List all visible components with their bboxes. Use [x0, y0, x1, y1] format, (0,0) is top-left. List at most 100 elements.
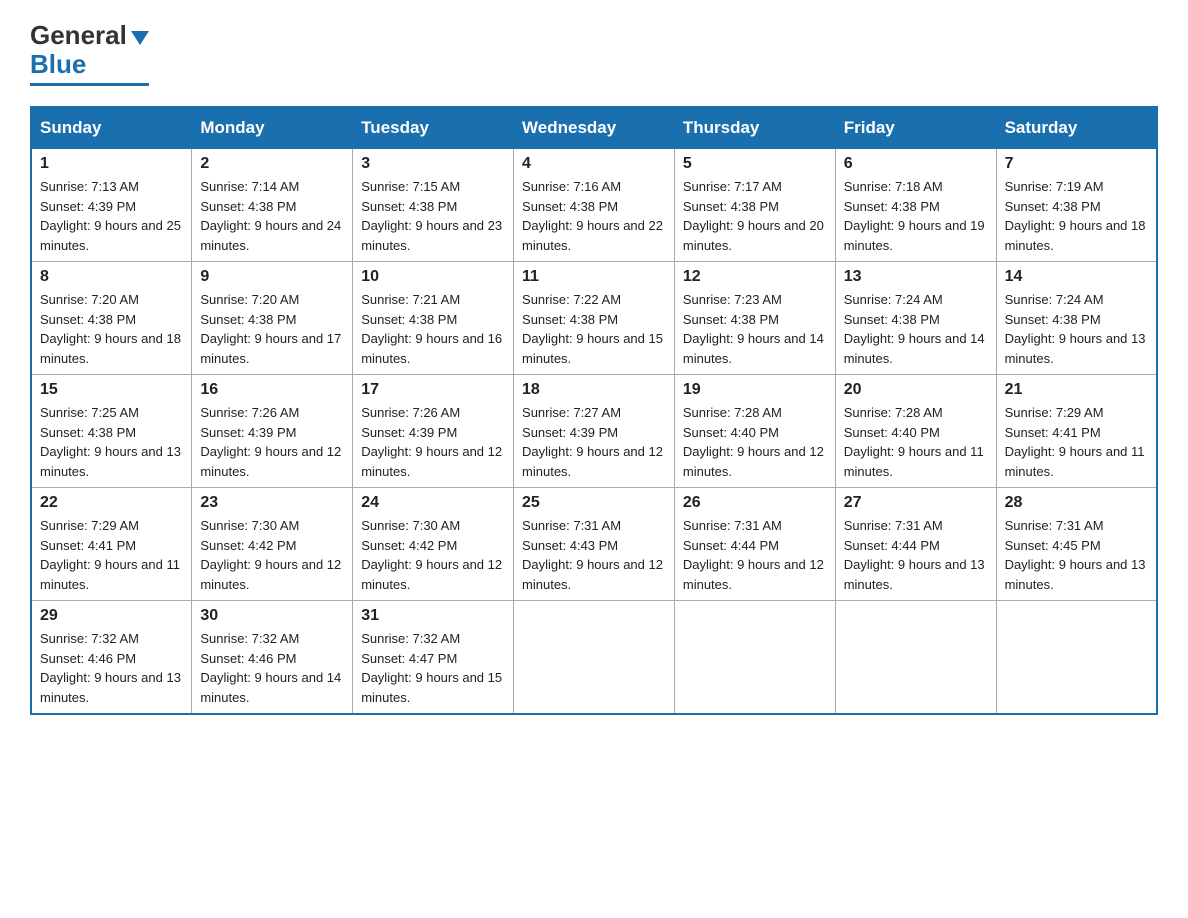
calendar-cell: [996, 601, 1157, 715]
day-info: Sunrise: 7:14 AMSunset: 4:38 PMDaylight:…: [200, 177, 344, 255]
logo: General Blue: [30, 20, 149, 86]
calendar-cell: 11 Sunrise: 7:22 AMSunset: 4:38 PMDaylig…: [514, 262, 675, 375]
calendar-cell: 29 Sunrise: 7:32 AMSunset: 4:46 PMDaylig…: [31, 601, 192, 715]
day-info: Sunrise: 7:28 AMSunset: 4:40 PMDaylight:…: [844, 403, 988, 481]
calendar-cell: 7 Sunrise: 7:19 AMSunset: 4:38 PMDayligh…: [996, 149, 1157, 262]
calendar-week-5: 29 Sunrise: 7:32 AMSunset: 4:46 PMDaylig…: [31, 601, 1157, 715]
day-number: 27: [844, 494, 988, 512]
calendar-cell: 20 Sunrise: 7:28 AMSunset: 4:40 PMDaylig…: [835, 375, 996, 488]
day-info: Sunrise: 7:31 AMSunset: 4:44 PMDaylight:…: [683, 516, 827, 594]
calendar-cell: [514, 601, 675, 715]
day-number: 15: [40, 381, 183, 399]
day-number: 23: [200, 494, 344, 512]
calendar-week-2: 8 Sunrise: 7:20 AMSunset: 4:38 PMDayligh…: [31, 262, 1157, 375]
weekday-header-row: SundayMondayTuesdayWednesdayThursdayFrid…: [31, 107, 1157, 149]
day-number: 18: [522, 381, 666, 399]
day-info: Sunrise: 7:25 AMSunset: 4:38 PMDaylight:…: [40, 403, 183, 481]
day-number: 25: [522, 494, 666, 512]
day-info: Sunrise: 7:31 AMSunset: 4:43 PMDaylight:…: [522, 516, 666, 594]
day-info: Sunrise: 7:26 AMSunset: 4:39 PMDaylight:…: [361, 403, 505, 481]
day-info: Sunrise: 7:17 AMSunset: 4:38 PMDaylight:…: [683, 177, 827, 255]
day-info: Sunrise: 7:18 AMSunset: 4:38 PMDaylight:…: [844, 177, 988, 255]
logo-underline: [30, 83, 149, 86]
calendar-cell: 14 Sunrise: 7:24 AMSunset: 4:38 PMDaylig…: [996, 262, 1157, 375]
weekday-header-tuesday: Tuesday: [353, 107, 514, 149]
calendar-cell: 3 Sunrise: 7:15 AMSunset: 4:38 PMDayligh…: [353, 149, 514, 262]
day-info: Sunrise: 7:31 AMSunset: 4:44 PMDaylight:…: [844, 516, 988, 594]
calendar-cell: 27 Sunrise: 7:31 AMSunset: 4:44 PMDaylig…: [835, 488, 996, 601]
calendar-cell: 5 Sunrise: 7:17 AMSunset: 4:38 PMDayligh…: [674, 149, 835, 262]
calendar-cell: 16 Sunrise: 7:26 AMSunset: 4:39 PMDaylig…: [192, 375, 353, 488]
weekday-header-saturday: Saturday: [996, 107, 1157, 149]
page-header: General Blue: [30, 20, 1158, 86]
day-number: 3: [361, 155, 505, 173]
weekday-header-sunday: Sunday: [31, 107, 192, 149]
day-info: Sunrise: 7:24 AMSunset: 4:38 PMDaylight:…: [1005, 290, 1148, 368]
day-info: Sunrise: 7:16 AMSunset: 4:38 PMDaylight:…: [522, 177, 666, 255]
day-number: 6: [844, 155, 988, 173]
logo-blue: Blue: [30, 49, 86, 80]
day-number: 30: [200, 607, 344, 625]
day-info: Sunrise: 7:32 AMSunset: 4:47 PMDaylight:…: [361, 629, 505, 707]
day-number: 24: [361, 494, 505, 512]
day-number: 31: [361, 607, 505, 625]
day-info: Sunrise: 7:19 AMSunset: 4:38 PMDaylight:…: [1005, 177, 1148, 255]
logo-triangle-icon: [131, 31, 149, 45]
weekday-header-monday: Monday: [192, 107, 353, 149]
day-info: Sunrise: 7:15 AMSunset: 4:38 PMDaylight:…: [361, 177, 505, 255]
calendar-cell: 21 Sunrise: 7:29 AMSunset: 4:41 PMDaylig…: [996, 375, 1157, 488]
calendar-cell: 31 Sunrise: 7:32 AMSunset: 4:47 PMDaylig…: [353, 601, 514, 715]
weekday-header-wednesday: Wednesday: [514, 107, 675, 149]
day-info: Sunrise: 7:26 AMSunset: 4:39 PMDaylight:…: [200, 403, 344, 481]
calendar-cell: 13 Sunrise: 7:24 AMSunset: 4:38 PMDaylig…: [835, 262, 996, 375]
calendar-cell: 18 Sunrise: 7:27 AMSunset: 4:39 PMDaylig…: [514, 375, 675, 488]
day-info: Sunrise: 7:24 AMSunset: 4:38 PMDaylight:…: [844, 290, 988, 368]
calendar-cell: [674, 601, 835, 715]
calendar-cell: 28 Sunrise: 7:31 AMSunset: 4:45 PMDaylig…: [996, 488, 1157, 601]
day-number: 19: [683, 381, 827, 399]
day-number: 12: [683, 268, 827, 286]
day-number: 22: [40, 494, 183, 512]
day-info: Sunrise: 7:28 AMSunset: 4:40 PMDaylight:…: [683, 403, 827, 481]
day-number: 17: [361, 381, 505, 399]
calendar-cell: 10 Sunrise: 7:21 AMSunset: 4:38 PMDaylig…: [353, 262, 514, 375]
calendar-cell: [835, 601, 996, 715]
day-number: 26: [683, 494, 827, 512]
calendar-table: SundayMondayTuesdayWednesdayThursdayFrid…: [30, 106, 1158, 715]
calendar-cell: 15 Sunrise: 7:25 AMSunset: 4:38 PMDaylig…: [31, 375, 192, 488]
day-number: 5: [683, 155, 827, 173]
day-info: Sunrise: 7:20 AMSunset: 4:38 PMDaylight:…: [40, 290, 183, 368]
day-number: 11: [522, 268, 666, 286]
day-number: 2: [200, 155, 344, 173]
day-info: Sunrise: 7:30 AMSunset: 4:42 PMDaylight:…: [200, 516, 344, 594]
calendar-cell: 26 Sunrise: 7:31 AMSunset: 4:44 PMDaylig…: [674, 488, 835, 601]
day-info: Sunrise: 7:23 AMSunset: 4:38 PMDaylight:…: [683, 290, 827, 368]
day-number: 7: [1005, 155, 1148, 173]
day-number: 9: [200, 268, 344, 286]
day-number: 14: [1005, 268, 1148, 286]
day-info: Sunrise: 7:32 AMSunset: 4:46 PMDaylight:…: [200, 629, 344, 707]
day-info: Sunrise: 7:21 AMSunset: 4:38 PMDaylight:…: [361, 290, 505, 368]
day-info: Sunrise: 7:30 AMSunset: 4:42 PMDaylight:…: [361, 516, 505, 594]
calendar-cell: 23 Sunrise: 7:30 AMSunset: 4:42 PMDaylig…: [192, 488, 353, 601]
day-info: Sunrise: 7:29 AMSunset: 4:41 PMDaylight:…: [1005, 403, 1148, 481]
calendar-week-4: 22 Sunrise: 7:29 AMSunset: 4:41 PMDaylig…: [31, 488, 1157, 601]
weekday-header-thursday: Thursday: [674, 107, 835, 149]
calendar-cell: 9 Sunrise: 7:20 AMSunset: 4:38 PMDayligh…: [192, 262, 353, 375]
day-number: 20: [844, 381, 988, 399]
day-info: Sunrise: 7:27 AMSunset: 4:39 PMDaylight:…: [522, 403, 666, 481]
day-number: 16: [200, 381, 344, 399]
day-info: Sunrise: 7:31 AMSunset: 4:45 PMDaylight:…: [1005, 516, 1148, 594]
weekday-header-friday: Friday: [835, 107, 996, 149]
calendar-cell: 24 Sunrise: 7:30 AMSunset: 4:42 PMDaylig…: [353, 488, 514, 601]
day-number: 21: [1005, 381, 1148, 399]
logo-general: General: [30, 20, 127, 51]
day-info: Sunrise: 7:29 AMSunset: 4:41 PMDaylight:…: [40, 516, 183, 594]
calendar-cell: 1 Sunrise: 7:13 AMSunset: 4:39 PMDayligh…: [31, 149, 192, 262]
day-number: 1: [40, 155, 183, 173]
calendar-cell: 12 Sunrise: 7:23 AMSunset: 4:38 PMDaylig…: [674, 262, 835, 375]
calendar-cell: 17 Sunrise: 7:26 AMSunset: 4:39 PMDaylig…: [353, 375, 514, 488]
calendar-cell: 6 Sunrise: 7:18 AMSunset: 4:38 PMDayligh…: [835, 149, 996, 262]
day-number: 4: [522, 155, 666, 173]
calendar-cell: 4 Sunrise: 7:16 AMSunset: 4:38 PMDayligh…: [514, 149, 675, 262]
